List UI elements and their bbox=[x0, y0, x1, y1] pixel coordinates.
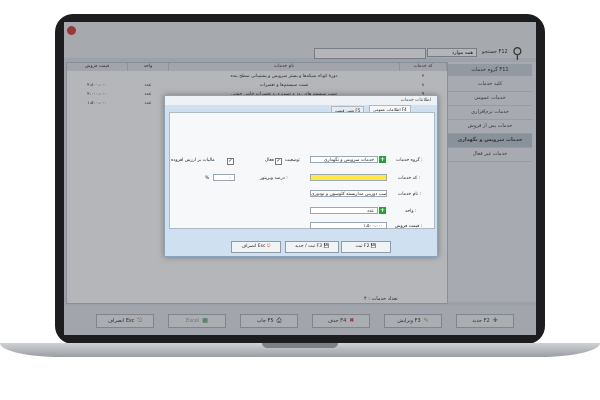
group-field[interactable]: خدمات سرویس و نگهداری bbox=[310, 156, 378, 163]
price-field[interactable]: ۱،۵۰۰،۰۰۰ bbox=[310, 222, 387, 229]
exit-icon: ⎋ bbox=[266, 244, 271, 249]
unit-label: واحد : bbox=[405, 209, 417, 214]
percent-label: درصد ویزیتور : bbox=[260, 176, 288, 181]
save-new-icon: 💾 bbox=[323, 244, 330, 249]
save-icon: 💾 bbox=[370, 244, 377, 249]
save-new-button[interactable]: ثبت / جدید F3 💾 bbox=[285, 241, 339, 253]
add-unit-icon[interactable]: + bbox=[379, 207, 386, 214]
dialog-title-text: اطلاعات خدمات bbox=[400, 98, 431, 103]
name-field[interactable]: نصب دوربین مداربسته کلوسون و نودوری bbox=[310, 190, 387, 197]
price-label: قیمت فروش : bbox=[395, 224, 423, 229]
group-label: گروه خدمات : bbox=[396, 158, 423, 163]
dialog-cancel-button[interactable]: انصراف Esc ⎋ bbox=[231, 241, 281, 253]
name-label: نام خدمات : bbox=[398, 192, 421, 197]
unit-field[interactable]: عدد bbox=[310, 207, 378, 214]
dialog-panel bbox=[169, 112, 435, 229]
active-checkbox[interactable]: ✓ bbox=[275, 158, 282, 165]
code-field[interactable] bbox=[310, 174, 387, 181]
save-new-button-label: ثبت / جدید F3 bbox=[294, 244, 322, 249]
status-label: وضعیت: bbox=[285, 158, 301, 163]
laptop-notch bbox=[262, 343, 338, 348]
tax-checkbox[interactable]: ✓ bbox=[227, 158, 234, 165]
percent-sign: % bbox=[205, 176, 210, 181]
save-button[interactable]: ثبت F2 💾 bbox=[341, 241, 391, 253]
active-label: فعال bbox=[265, 158, 274, 163]
service-dialog: اطلاعات خدمات تعیین قیمت F5 اطلاعات عموم… bbox=[164, 95, 438, 257]
percent-field[interactable]: ۰ bbox=[213, 174, 235, 181]
save-button-label: ثبت F2 bbox=[355, 244, 370, 249]
code-label: کد خدمات : bbox=[398, 176, 421, 181]
dialog-cancel-button-label: انصراف Esc bbox=[241, 244, 266, 249]
add-group-icon[interactable]: + bbox=[379, 156, 386, 163]
screen: همه موارد جستجو F12 ⚲ گروه خدمات F11 کلی… bbox=[64, 22, 536, 335]
dialog-title: اطلاعات خدمات bbox=[165, 96, 437, 105]
tax-label: مالیات بر ارزش افزوده bbox=[171, 158, 215, 163]
